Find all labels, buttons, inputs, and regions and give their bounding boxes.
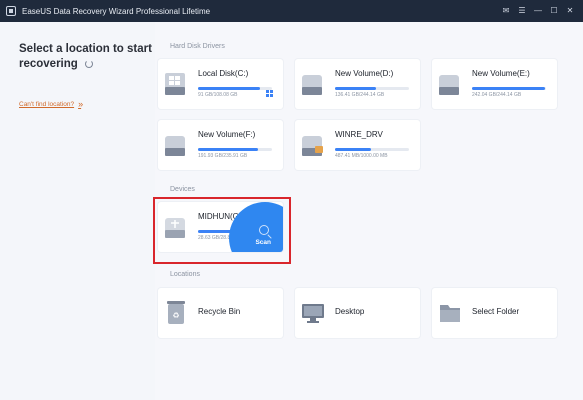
usage-fill (335, 148, 372, 151)
location-desktop[interactable]: Desktop (295, 288, 420, 338)
feedback-icon[interactable]: ✉ (501, 6, 511, 16)
drive-card-e[interactable]: New Volume(E:) 242.04 GB/244.14 GB (432, 59, 557, 109)
drive-name: New Volume(D:) (335, 69, 394, 78)
menu-icon[interactable]: ☰ (517, 6, 527, 16)
drive-size: 191.93 GB/235.91 GB (198, 153, 248, 159)
usage-fill (198, 87, 261, 90)
double-chevron-right-icon: » (78, 99, 83, 109)
windows-icon (266, 90, 273, 97)
section-devices: Devices (170, 186, 195, 193)
drive-card-f[interactable]: New Volume(F:) 191.93 GB/235.91 GB (158, 120, 283, 170)
location-name: Select Folder (472, 307, 520, 316)
main-panel: Hard Disk Drivers Local Disk(C:) 91 GB/1… (155, 22, 583, 400)
drive-size: 91 GB/108.08 GB (198, 92, 238, 98)
drive-card-d[interactable]: New Volume(D:) 136.41 GB/244.14 GB (295, 59, 420, 109)
section-hard-disks: Hard Disk Drivers (170, 43, 225, 50)
drive-name: New Volume(F:) (198, 130, 256, 139)
cant-find-location-link[interactable]: Can't find location? » (19, 99, 83, 109)
page-title: Select a location to start recovering (19, 42, 159, 72)
refresh-icon[interactable] (85, 59, 94, 68)
section-locations: Locations (170, 271, 200, 278)
location-name: Recycle Bin (198, 307, 241, 316)
cant-find-label: Can't find location? (19, 100, 75, 108)
location-recycle-bin[interactable]: ♻ Recycle Bin (158, 288, 283, 338)
drive-name: Local Disk(C:) (198, 69, 249, 78)
title-bar: EaseUS Data Recovery Wizard Professional… (0, 0, 583, 22)
recycle-bin-icon: ♻ (167, 301, 185, 324)
window-title: EaseUS Data Recovery Wizard Professional… (22, 6, 211, 16)
maximize-button[interactable]: ☐ (549, 6, 559, 16)
usage-fill (472, 87, 546, 90)
app-logo-icon (6, 6, 16, 16)
location-name: Desktop (335, 307, 365, 316)
hard-drive-lock-icon (302, 136, 323, 156)
drive-card-c[interactable]: Local Disk(C:) 91 GB/108.08 GB (158, 59, 283, 109)
hard-drive-icon (165, 73, 185, 95)
drive-size: 136.41 GB/244.14 GB (335, 92, 385, 98)
scan-button[interactable]: Scan (255, 239, 271, 246)
usage-bar (472, 87, 546, 90)
hard-drive-icon (165, 136, 185, 156)
drive-name: WINRE_DRV (335, 130, 383, 139)
svg-text:♻: ♻ (172, 311, 179, 320)
window-controls: ✉ ☰ — ☐ ✕ (501, 6, 575, 16)
hard-drive-icon (439, 75, 459, 95)
search-icon (259, 225, 269, 235)
left-panel: Select a location to start recovering Ca… (0, 22, 155, 400)
location-select-folder[interactable]: Select Folder (432, 288, 557, 338)
usage-bar (198, 148, 272, 151)
usage-bar (335, 87, 409, 90)
hard-drive-icon (302, 75, 322, 95)
drive-name: New Volume(E:) (472, 69, 530, 78)
usage-fill (198, 148, 258, 151)
drive-size: 242.04 GB/244.14 GB (472, 92, 522, 98)
close-button[interactable]: ✕ (565, 6, 575, 16)
usage-bar (335, 148, 409, 151)
minimize-button[interactable]: — (533, 6, 543, 16)
usb-drive-icon (165, 218, 185, 238)
desktop-monitor-icon (302, 304, 324, 323)
drive-card-winre[interactable]: WINRE_DRV 487.41 MB/1000.00 MB (295, 120, 420, 170)
drive-size: 487.41 MB/1000.00 MB (335, 153, 388, 159)
usage-bar (198, 87, 272, 90)
device-card-g[interactable]: MIDHUN(G:) 28.63 GB/28.84 GB Scan (158, 202, 283, 252)
usage-fill (335, 87, 377, 90)
folder-icon (440, 305, 460, 322)
